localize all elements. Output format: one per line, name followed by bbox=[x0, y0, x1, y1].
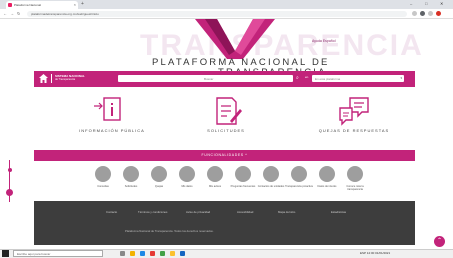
task-view-icon[interactable] bbox=[120, 251, 125, 256]
profile-avatar[interactable] bbox=[436, 11, 441, 16]
chevron-down-icon: ▾ bbox=[400, 76, 402, 80]
forward-icon[interactable]: → bbox=[10, 11, 14, 16]
feature-label[interactable]: Transparencia proactiva bbox=[284, 185, 314, 188]
footer-link[interactable]: Estadísticas bbox=[331, 210, 346, 214]
app-icon[interactable] bbox=[160, 251, 165, 256]
feature-label[interactable]: Solicitudes bbox=[116, 185, 146, 188]
feature-label[interactable]: Mis datos bbox=[172, 185, 202, 188]
scroll-to-top-button[interactable]: ⌃ bbox=[434, 236, 445, 247]
feature-contacts-icon[interactable] bbox=[263, 166, 279, 182]
card-public-info-label[interactable]: INFORMACIÓN PÚBLICA bbox=[52, 128, 172, 133]
minimize-button[interactable]: – bbox=[410, 1, 412, 6]
feature-label[interactable]: Consultas bbox=[88, 185, 118, 188]
word-icon[interactable] bbox=[180, 251, 185, 256]
close-tab-icon[interactable]: × bbox=[74, 2, 76, 7]
extension-icon[interactable] bbox=[412, 11, 417, 16]
feature-label[interactable]: Conoce más la transparencia bbox=[340, 185, 370, 191]
feature-label[interactable]: Preguntas frecuentes bbox=[228, 185, 258, 188]
help-link[interactable]: Ayuda Español bbox=[312, 39, 335, 43]
ribbon-logo-icon bbox=[195, 19, 275, 59]
footer-link[interactable]: Mapa del sitio bbox=[278, 210, 295, 214]
maximize-button[interactable]: □ bbox=[425, 1, 427, 6]
app-icon[interactable] bbox=[150, 251, 155, 256]
bookmark-icon[interactable] bbox=[420, 11, 425, 16]
start-menu-icon[interactable] bbox=[2, 250, 9, 257]
feature-label[interactable]: Datos de interés bbox=[312, 185, 342, 188]
feature-label[interactable]: Quejas bbox=[144, 185, 174, 188]
close-window-button[interactable]: ✕ bbox=[440, 1, 443, 6]
feature-interest-icon[interactable] bbox=[319, 166, 335, 182]
feature-proactive-icon[interactable] bbox=[291, 166, 307, 182]
select-label: en bbox=[305, 75, 309, 79]
footer-link[interactable]: Accesibilidad bbox=[237, 210, 253, 214]
system-tray: ESP 12:00 01/01/2021 bbox=[360, 251, 391, 255]
features-toggle-bar[interactable]: FUNCIONALIDADES ^ bbox=[34, 150, 415, 161]
logo-subtitle: de Transparencia bbox=[55, 78, 76, 81]
side-dot[interactable] bbox=[7, 168, 12, 172]
reload-icon[interactable]: ↻ bbox=[17, 11, 20, 16]
card-complaints-label[interactable]: QUEJAS DE RESPUESTAS bbox=[294, 128, 414, 133]
file-explorer-icon[interactable] bbox=[130, 251, 135, 256]
feature-faq-icon[interactable] bbox=[235, 166, 251, 182]
url-field[interactable]: plataformadetransparencia.org.mx/web/gue… bbox=[27, 11, 407, 17]
feature-label[interactable]: Contactos de unidades bbox=[256, 185, 286, 188]
feature-quejas-icon[interactable] bbox=[151, 166, 167, 182]
feature-mis-datos-icon[interactable] bbox=[179, 166, 195, 182]
home-icon[interactable] bbox=[38, 73, 49, 84]
search-input[interactable]: Buscar bbox=[118, 75, 293, 82]
card-requests-label[interactable]: SOLICITUDES bbox=[166, 128, 286, 133]
feature-consultas-icon[interactable] bbox=[95, 166, 111, 182]
extension-icon[interactable] bbox=[428, 11, 433, 16]
side-active-dot[interactable] bbox=[6, 189, 13, 196]
footer-link[interactable]: Contacto bbox=[106, 210, 117, 214]
complaints-icon[interactable] bbox=[334, 94, 374, 130]
requests-icon[interactable] bbox=[206, 94, 246, 130]
scope-select[interactable]: En esta plataforma ▾ bbox=[312, 75, 404, 82]
taskbar-search-input[interactable]: Escribe aquí para buscar bbox=[13, 250, 103, 257]
footer-link[interactable]: Aviso de privacidad bbox=[186, 210, 210, 214]
feature-label[interactable]: Mis avisos bbox=[200, 185, 230, 188]
feature-solicitudes-icon[interactable] bbox=[123, 166, 139, 182]
public-info-icon[interactable] bbox=[92, 94, 132, 130]
footer-link[interactable]: Términos y condiciones bbox=[138, 210, 167, 214]
search-icon[interactable]: ⌕ bbox=[296, 75, 299, 81]
footer-copyright: Plataforma Nacional de Transparencia. To… bbox=[125, 229, 214, 233]
scope-select-value: En esta plataforma bbox=[315, 77, 341, 81]
chrome-icon[interactable] bbox=[170, 251, 175, 256]
feature-learn-icon[interactable] bbox=[347, 166, 363, 182]
favicon-icon bbox=[8, 3, 12, 7]
edge-icon[interactable] bbox=[140, 251, 145, 256]
browser-tab[interactable]: Plataforma Nacional × bbox=[6, 1, 78, 9]
feature-mis-avisos-icon[interactable] bbox=[207, 166, 223, 182]
logo-divider bbox=[51, 74, 52, 83]
tab-title: Plataforma Nacional bbox=[14, 3, 42, 7]
footer bbox=[34, 201, 415, 245]
new-tab-button[interactable]: + bbox=[81, 1, 84, 7]
back-icon[interactable]: ← bbox=[3, 11, 7, 16]
